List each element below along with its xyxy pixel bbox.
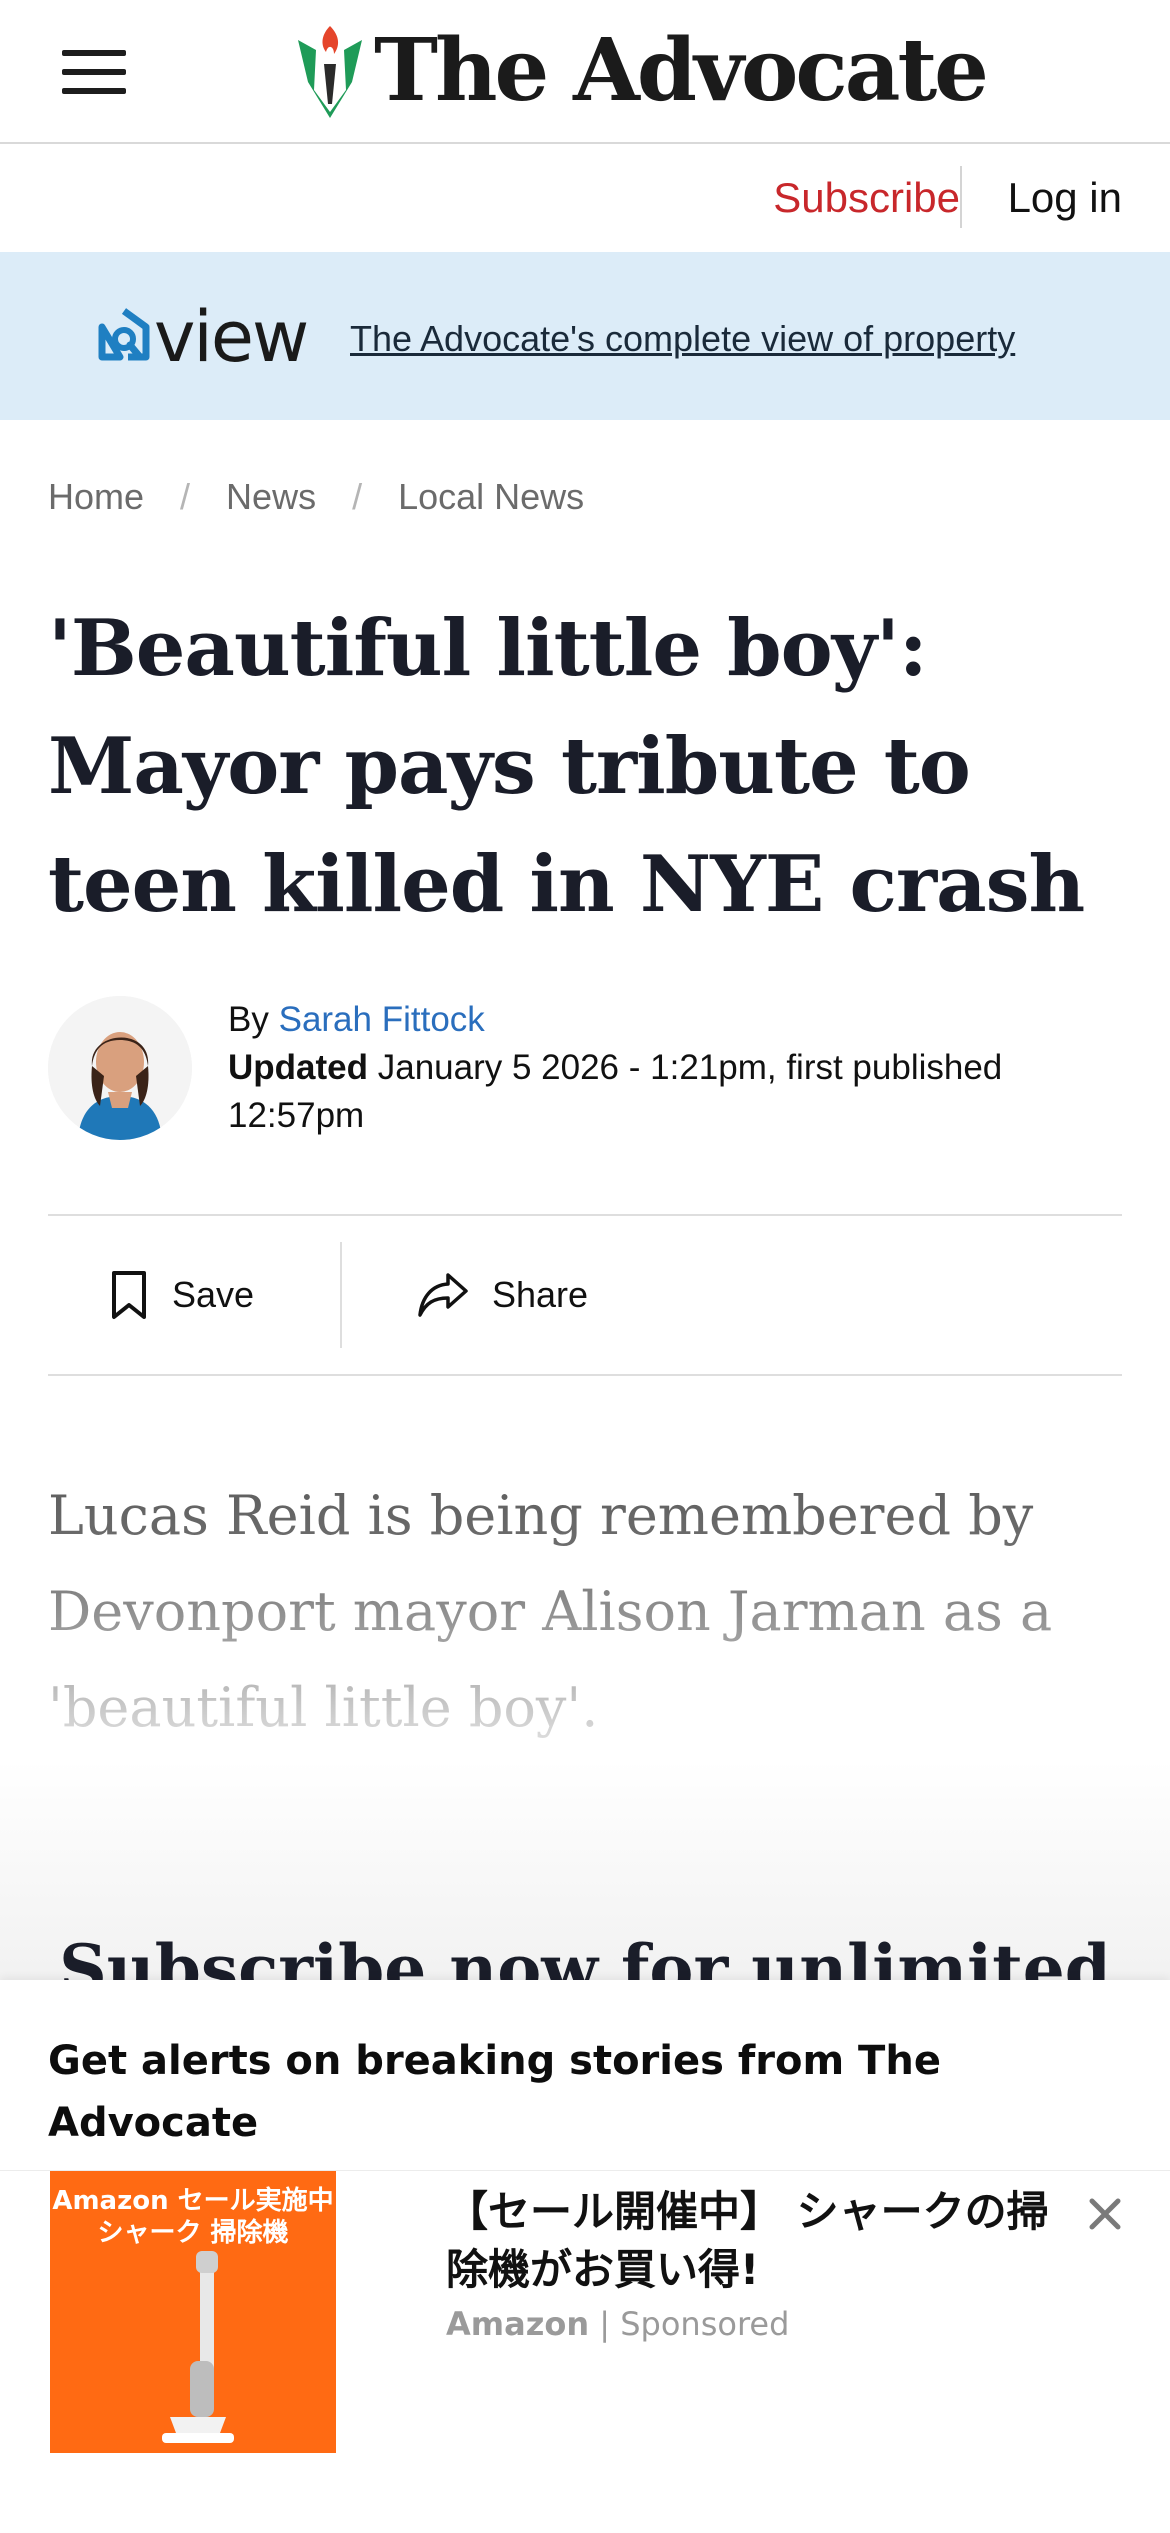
- article-headline: 'Beautiful little boy': Mayor pays tribu…: [48, 603, 1085, 930]
- ad-separator: |: [599, 2305, 611, 2343]
- byline: By Sarah Fittock Updated January 5 2026 …: [228, 996, 1128, 1140]
- login-link[interactable]: Log in: [1008, 174, 1122, 222]
- divider: [340, 1242, 342, 1348]
- publish-date: Updated January 5 2026 - 1:21pm, first p…: [228, 1044, 1128, 1140]
- article-lede: Lucas Reid is being remembered by Devonp…: [48, 1468, 1108, 1756]
- vacuum-cleaner-image: [162, 2251, 234, 2443]
- breadcrumb: Home / News / Local News: [48, 476, 584, 518]
- author-link[interactable]: Sarah Fittock: [279, 1000, 485, 1039]
- breadcrumb-separator: /: [352, 476, 363, 517]
- logo-wordmark: The Advocate: [374, 19, 989, 121]
- by-prefix: By: [228, 1000, 269, 1039]
- ad-image[interactable]: Amazon セール実施中 シャーク 掃除機: [50, 2171, 336, 2453]
- promo-link[interactable]: The Advocate's complete view of property: [350, 318, 1015, 360]
- promo-banner: view The Advocate's complete view of pro…: [0, 252, 1170, 420]
- article-actions: Save Share: [48, 1214, 1122, 1376]
- ad-title[interactable]: 【セール開催中】 シャークの掃除機がお買い得!: [446, 2183, 1066, 2299]
- share-arrow-icon: [418, 1273, 468, 1317]
- view-logo[interactable]: view: [98, 296, 309, 378]
- author-photo: [48, 996, 192, 1140]
- alert-prompt[interactable]: Get alerts on breaking stories from The …: [0, 1980, 1170, 2170]
- breadcrumb-news[interactable]: News: [226, 476, 316, 518]
- author-line: By Sarah Fittock: [228, 996, 1128, 1044]
- save-button[interactable]: Save: [108, 1216, 254, 1374]
- bookmark-icon: [112, 1271, 146, 1319]
- breadcrumb-local-news[interactable]: Local News: [398, 476, 584, 518]
- ad-source: Amazon | Sponsored: [446, 2305, 789, 2343]
- author-avatar[interactable]: [48, 996, 192, 1140]
- hamburger-menu-icon[interactable]: [58, 44, 130, 100]
- share-button[interactable]: Share: [416, 1216, 588, 1374]
- view-house-icon: [98, 308, 150, 361]
- close-icon[interactable]: [1080, 2189, 1130, 2239]
- alert-text: Get alerts on breaking stories from The …: [48, 2038, 941, 2146]
- sponsored-label: Sponsored: [620, 2305, 790, 2343]
- subscribe-link[interactable]: Subscribe: [773, 174, 960, 222]
- site-logo[interactable]: The Advocate: [294, 18, 989, 122]
- view-wordmark: view: [154, 296, 309, 378]
- breadcrumb-separator: /: [180, 476, 191, 517]
- share-label: Share: [492, 1274, 589, 1315]
- divider: [960, 166, 962, 228]
- save-label: Save: [172, 1274, 255, 1315]
- torch-logo-icon: [298, 26, 362, 118]
- sponsored-ad: Amazon セール実施中 シャーク 掃除機 【セール開催中】 シャークの掃除機…: [0, 2170, 1170, 2533]
- breadcrumb-home[interactable]: Home: [48, 476, 144, 518]
- updated-label: Updated: [228, 1048, 368, 1087]
- account-bar: Subscribe Log in: [0, 144, 1170, 252]
- site-header: The Advocate: [0, 0, 1170, 144]
- ad-advertiser: Amazon: [446, 2305, 590, 2343]
